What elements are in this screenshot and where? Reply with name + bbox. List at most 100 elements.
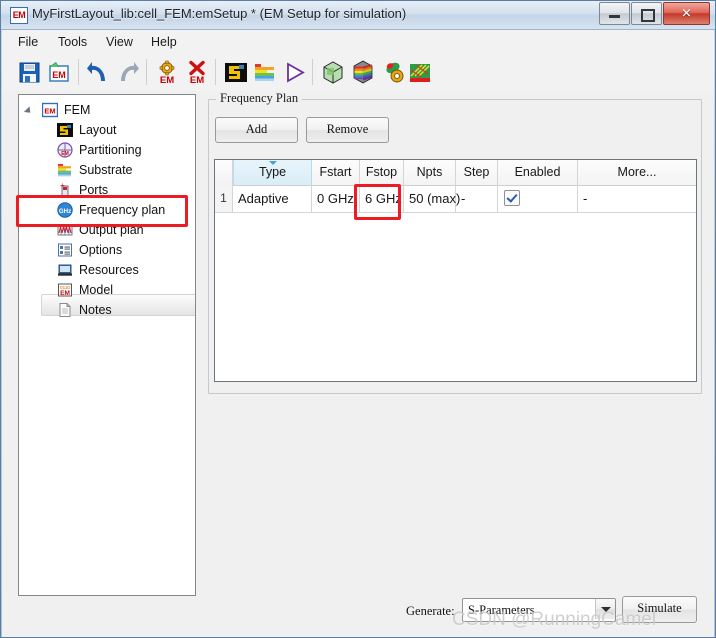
sidebar-item-label: Frequency plan [79, 203, 166, 217]
em-delete-icon[interactable]: EM [184, 60, 210, 86]
svg-text:EM: EM [190, 75, 204, 85]
toolbar-separator [78, 59, 79, 85]
client-area: EM FEM Layout EM Partitioning Substrate … [2, 91, 714, 637]
sidebar-item-label: FEM [64, 103, 91, 117]
frequency-plan-title: Frequency Plan [216, 91, 303, 106]
sidebar-item-partitioning[interactable]: EM Partitioning [19, 140, 195, 160]
column-header-more[interactable]: More... [578, 160, 696, 185]
em-setup-window: EM MyFirstLayout_lib:cell_FEM:emSetup * … [0, 0, 716, 638]
generate-label: Generate: [406, 604, 455, 618]
menu-help[interactable]: Help [145, 33, 183, 51]
partitioning-icon: EM [57, 142, 73, 158]
svg-text:EM: EM [44, 107, 55, 116]
window-title: MyFirstLayout_lib:cell_FEM:emSetup * (EM… [32, 6, 407, 21]
column-header-type[interactable]: Type [233, 160, 312, 185]
sidebar-item-output-plan[interactable]: Output plan [19, 220, 195, 240]
maximize-icon [641, 9, 655, 22]
em-options-icon[interactable] [381, 60, 407, 85]
enabled-checkbox[interactable] [504, 190, 520, 206]
simulate-button[interactable]: Simulate [622, 596, 697, 623]
cell-type[interactable]: Adaptive [233, 185, 312, 212]
sidebar-item-label: Partitioning [79, 143, 142, 157]
model-icon: 0110 EM [57, 282, 73, 298]
setup-tree: EM FEM Layout EM Partitioning Substrate … [19, 99, 195, 320]
options-icon [57, 242, 73, 258]
sidebar-item-label: Substrate [79, 163, 133, 177]
sidebar-item-resources[interactable]: Resources [19, 260, 195, 280]
toolbar-separator [146, 59, 147, 85]
em-field-cube-icon[interactable] [350, 60, 376, 85]
substrate-icon[interactable] [252, 60, 278, 85]
mesh-3d-icon[interactable] [320, 60, 346, 85]
simulate-icon[interactable] [282, 60, 308, 85]
svg-text:EM: EM [52, 70, 66, 80]
window-controls: ✕ [599, 2, 711, 25]
resources-icon [57, 262, 73, 278]
svg-text:+: + [60, 182, 65, 190]
expander-icon[interactable] [23, 106, 34, 116]
menu-file[interactable]: File [12, 33, 44, 51]
layout-icon [57, 122, 73, 138]
save-icon[interactable] [16, 60, 42, 85]
cell-npts[interactable]: 50 (max) [404, 185, 460, 212]
sidebar-item-options[interactable]: Options [19, 240, 195, 260]
layout-icon[interactable] [223, 60, 249, 85]
cell-enabled[interactable] [498, 185, 578, 212]
cell-step[interactable]: - [456, 185, 498, 212]
menu-view[interactable]: View [100, 33, 139, 51]
cell-rownum: 1 [215, 185, 233, 212]
maximize-button[interactable] [631, 2, 662, 25]
close-button[interactable]: ✕ [663, 2, 710, 25]
toolbar: EM EM EM [2, 53, 714, 92]
sidebar-item-frequency-plan[interactable]: GHz Frequency plan [19, 200, 195, 220]
chevron-down-icon [600, 607, 611, 612]
minimize-icon [609, 15, 620, 18]
column-header-rownum[interactable] [215, 160, 233, 185]
cell-more[interactable]: - [578, 185, 696, 212]
toolbar-separator [312, 59, 313, 85]
output-plan-icon [57, 222, 73, 238]
cell-fstart[interactable]: 0 GHz [312, 185, 360, 212]
ghz-icon: GHz [57, 202, 73, 218]
menu-bar: File Tools View Help [2, 30, 714, 54]
app-icon: EM [10, 7, 28, 24]
sidebar-item-label: Ports [79, 183, 109, 197]
remove-button[interactable]: Remove [306, 117, 389, 143]
dropdown-button[interactable] [595, 599, 615, 619]
sidebar-item-label: Options [79, 243, 123, 257]
minimize-button[interactable] [599, 2, 630, 25]
column-header-step[interactable]: Step [456, 160, 498, 185]
sidebar-item-label: Layout [79, 123, 117, 137]
sidebar-item-label: Model [79, 283, 114, 297]
svg-text:GHz: GHz [59, 208, 71, 215]
table-row[interactable]: 1 Adaptive 0 GHz 6 GHz 50 (max) - - [215, 185, 696, 213]
sidebar-item-label: Notes [79, 303, 112, 317]
toolbar-separator [215, 59, 216, 85]
sidebar-item-notes[interactable]: Notes [19, 300, 195, 320]
em-results-icon[interactable] [407, 60, 433, 85]
sidebar-item-ports[interactable]: + Ports [19, 180, 195, 200]
column-header-npts[interactable]: Npts [404, 160, 456, 185]
em-settings-icon[interactable]: EM [154, 60, 180, 86]
generate-dropdown[interactable]: S-Parameters [462, 598, 616, 622]
sidebar-item-fem[interactable]: EM FEM [19, 100, 195, 120]
sidebar-item-label: Resources [79, 263, 139, 277]
substrate-icon [57, 162, 73, 178]
save-em-setup-icon[interactable]: EM [46, 60, 72, 85]
sort-ascending-icon [268, 161, 277, 165]
close-icon: ✕ [681, 6, 692, 21]
svg-text:EM: EM [160, 75, 174, 85]
cell-fstop[interactable]: 6 GHz [360, 185, 404, 212]
generate-dropdown-value: S-Parameters [468, 603, 535, 617]
column-header-fstop[interactable]: Fstop [360, 160, 404, 185]
column-header-fstart[interactable]: Fstart [312, 160, 360, 185]
redo-icon[interactable] [115, 60, 141, 85]
sidebar-item-substrate[interactable]: Substrate [19, 160, 195, 180]
sidebar-item-model[interactable]: 0110 EM Model [19, 280, 195, 300]
sidebar-item-layout[interactable]: Layout [19, 120, 195, 140]
add-button[interactable]: Add [215, 117, 298, 143]
column-header-enabled[interactable]: Enabled [498, 160, 578, 185]
menu-tools[interactable]: Tools [52, 33, 93, 51]
table-header-row: Type Fstart Fstop Npts Step Enabled More… [215, 160, 696, 186]
undo-icon[interactable] [86, 60, 112, 85]
